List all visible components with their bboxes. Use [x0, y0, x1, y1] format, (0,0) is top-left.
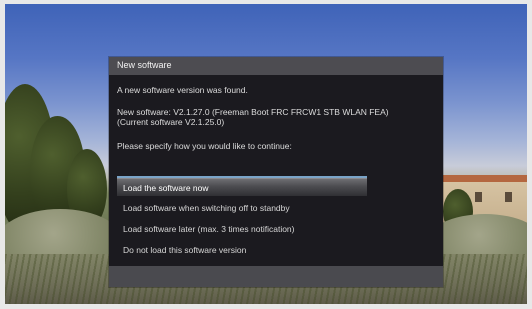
new-software-dialog: New software A new software version was …	[109, 57, 443, 287]
dialog-title-bar: New software	[109, 57, 443, 75]
prompt-text: Please specify how you would like to con…	[117, 141, 292, 151]
option-load-later[interactable]: Load software later (max. 3 times notifi…	[117, 220, 367, 238]
message-current-version: (Current software V2.1.25.0)	[117, 117, 225, 127]
option-load-on-standby[interactable]: Load software when switching off to stan…	[117, 199, 367, 217]
background-house-window	[505, 192, 512, 202]
dialog-footer	[109, 266, 443, 287]
option-do-not-load[interactable]: Do not load this software version	[117, 241, 367, 259]
background-house-window	[475, 192, 482, 202]
dialog-body: A new software version was found. New so…	[109, 75, 443, 266]
message-found: A new software version was found.	[117, 85, 248, 95]
option-load-now[interactable]: Load the software now	[117, 178, 367, 196]
message-new-version: New software: V2.1.27.0 (Freeman Boot FR…	[117, 107, 389, 117]
tv-screen: New software A new software version was …	[5, 4, 527, 304]
dialog-title: New software	[117, 60, 172, 70]
